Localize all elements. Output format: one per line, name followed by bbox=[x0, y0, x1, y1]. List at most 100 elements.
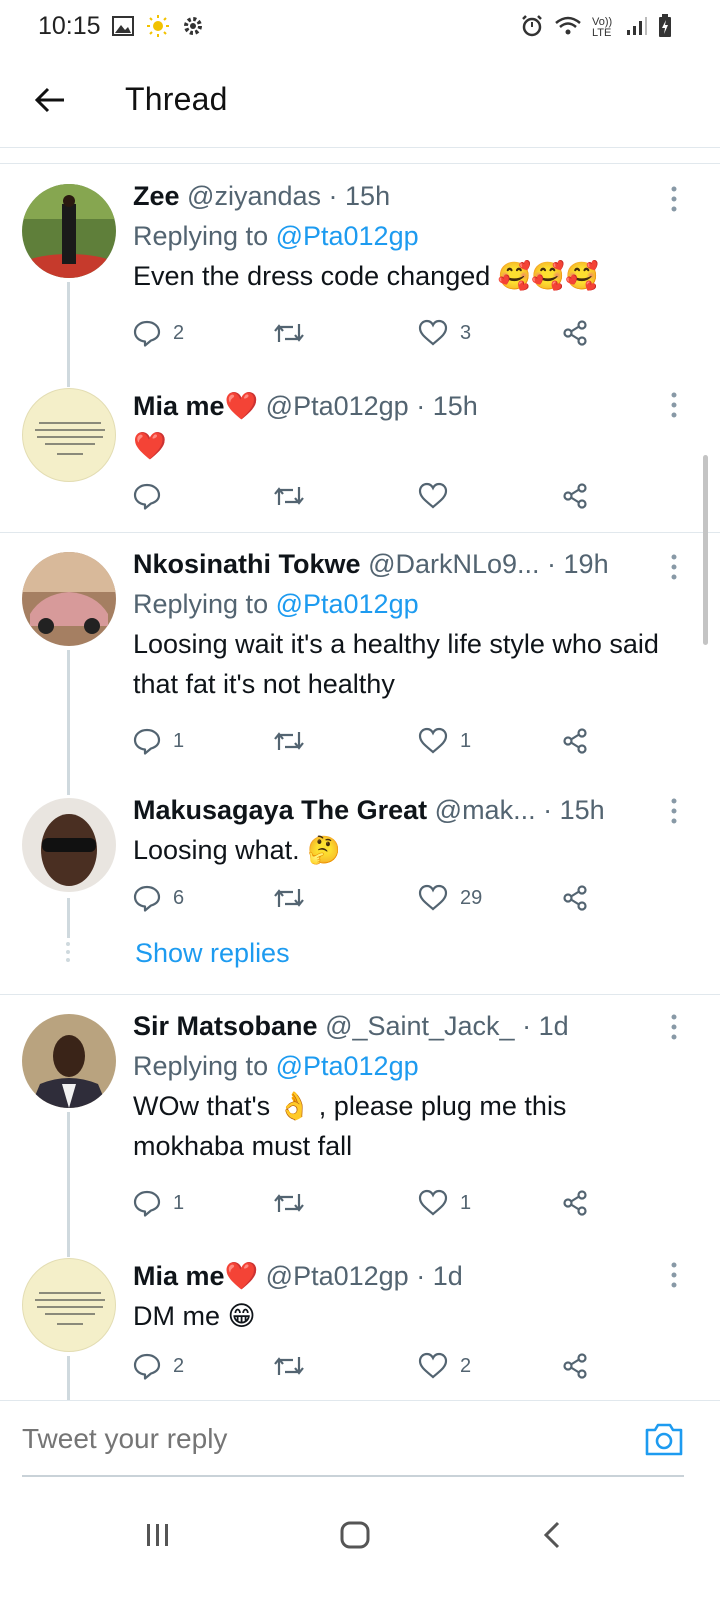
tweet-actions: 1 1 bbox=[133, 1185, 603, 1221]
like-button[interactable]: 2 bbox=[418, 1348, 471, 1384]
share-icon bbox=[563, 483, 587, 509]
reply-button[interactable]: 1 bbox=[133, 1185, 184, 1221]
like-count: 29 bbox=[460, 886, 483, 909]
camera-button[interactable] bbox=[644, 1421, 684, 1457]
reply-input[interactable] bbox=[22, 1423, 622, 1455]
user-handle[interactable]: @mak... bbox=[435, 795, 536, 825]
tweet-header: Mia me❤️ @Pta012gp · 15h bbox=[133, 386, 676, 426]
retweet-button[interactable] bbox=[273, 315, 317, 351]
retweet-button[interactable] bbox=[273, 880, 317, 916]
mention-link[interactable]: @Pta012gp bbox=[276, 589, 419, 619]
share-button[interactable] bbox=[561, 1348, 589, 1384]
user-name[interactable]: Makusagaya The Great bbox=[133, 795, 427, 825]
tweet[interactable]: Mia me❤️ @Pta012gp · 15h ❤️ bbox=[0, 382, 720, 530]
user-name[interactable]: Mia me❤️ bbox=[133, 1261, 258, 1291]
back-icon bbox=[543, 1521, 560, 1549]
share-button[interactable] bbox=[561, 1185, 589, 1221]
user-name[interactable]: Mia me❤️ bbox=[133, 391, 258, 421]
retweet-button[interactable] bbox=[273, 1348, 317, 1384]
tweet-text: Loosing what. 🤔 bbox=[133, 835, 341, 865]
like-button[interactable] bbox=[418, 478, 460, 514]
replying-label: Replying to bbox=[133, 221, 276, 251]
show-replies-link[interactable]: Show replies bbox=[135, 938, 290, 969]
battery-icon bbox=[658, 14, 672, 41]
more-icon[interactable] bbox=[670, 798, 678, 824]
retweet-icon bbox=[274, 1357, 304, 1375]
avatar[interactable] bbox=[22, 184, 116, 278]
share-icon bbox=[563, 885, 587, 911]
reply-button[interactable]: 1 bbox=[133, 723, 184, 759]
share-button[interactable] bbox=[561, 723, 589, 759]
wifi-icon bbox=[554, 15, 582, 40]
avatar[interactable] bbox=[22, 1014, 116, 1108]
tweet[interactable]: Sir Matsobane @_Saint_Jack_ · 1d Replyin… bbox=[0, 1002, 720, 1257]
thread-line bbox=[67, 650, 70, 795]
back-button[interactable] bbox=[30, 80, 70, 120]
mention-link[interactable]: @Pta012gp bbox=[276, 221, 419, 251]
share-button[interactable] bbox=[561, 478, 589, 514]
avatar[interactable] bbox=[22, 388, 116, 482]
tweet-header: Zee @ziyandas · 15h bbox=[133, 176, 676, 216]
more-icon[interactable] bbox=[670, 1014, 678, 1040]
more-icon[interactable] bbox=[670, 1262, 678, 1288]
share-icon bbox=[563, 728, 587, 754]
retweet-button[interactable] bbox=[273, 478, 317, 514]
thread-line bbox=[67, 282, 70, 387]
replying-to: Replying to @Pta012gp bbox=[133, 216, 676, 256]
avatar[interactable] bbox=[22, 552, 116, 646]
more-icon[interactable] bbox=[670, 186, 678, 212]
page-title: Thread bbox=[125, 81, 228, 117]
tweet[interactable]: Mia me❤️ @Pta012gp · 1d DM me 😁 2 2 bbox=[0, 1252, 720, 1400]
reply-button[interactable]: 2 bbox=[133, 1348, 184, 1384]
reply-bar bbox=[0, 1400, 720, 1477]
gallery-icon bbox=[112, 16, 134, 41]
user-name[interactable]: Sir Matsobane bbox=[133, 1011, 318, 1041]
home-button[interactable] bbox=[325, 1510, 385, 1560]
nav-back-button[interactable] bbox=[522, 1510, 582, 1560]
arrow-left-icon bbox=[34, 87, 64, 113]
share-icon bbox=[563, 320, 587, 346]
more-icon[interactable] bbox=[670, 392, 678, 418]
tweet[interactable]: Zee @ziyandas · 15h Replying to @Pta012g… bbox=[0, 172, 720, 387]
tweet[interactable]: Nkosinathi Tokwe @DarkNLo9... · 19h Repl… bbox=[0, 540, 720, 795]
mention-link[interactable]: @Pta012gp bbox=[276, 1051, 419, 1081]
more-icon[interactable] bbox=[670, 554, 678, 580]
reply-count: 2 bbox=[173, 321, 185, 344]
retweet-button[interactable] bbox=[273, 1185, 317, 1221]
like-count: 2 bbox=[460, 1354, 472, 1377]
sun-icon bbox=[146, 14, 170, 43]
like-button[interactable]: 1 bbox=[418, 1185, 471, 1221]
user-handle[interactable]: @DarkNLo9... bbox=[368, 549, 539, 579]
user-handle[interactable]: @ziyandas bbox=[187, 181, 321, 211]
tweet-text: ❤️ bbox=[133, 431, 167, 461]
reply-button[interactable] bbox=[133, 478, 173, 514]
recent-apps-button[interactable] bbox=[128, 1510, 188, 1560]
user-name[interactable]: Nkosinathi Tokwe bbox=[133, 549, 361, 579]
status-left-icons bbox=[112, 14, 204, 43]
retweet-icon bbox=[274, 324, 304, 342]
tweet-time: · 1d bbox=[416, 1261, 463, 1291]
volte-icon: Vo)) LTE bbox=[592, 15, 613, 39]
share-button[interactable] bbox=[561, 880, 589, 916]
user-handle[interactable]: @Pta012gp bbox=[266, 1261, 409, 1291]
user-handle[interactable]: @Pta012gp bbox=[266, 391, 409, 421]
thread-continuation-dots bbox=[66, 942, 70, 966]
avatar[interactable] bbox=[22, 1258, 116, 1352]
retweet-button[interactable] bbox=[273, 723, 317, 759]
like-button[interactable]: 29 bbox=[418, 880, 482, 916]
like-button[interactable]: 1 bbox=[418, 723, 471, 759]
reply-button[interactable]: 2 bbox=[133, 315, 184, 351]
gear-icon bbox=[182, 15, 204, 42]
heart-icon bbox=[418, 1189, 448, 1216]
comment-icon bbox=[133, 1190, 161, 1217]
reply-count: 1 bbox=[173, 1191, 185, 1214]
user-handle[interactable]: @_Saint_Jack_ bbox=[325, 1011, 515, 1041]
scrollbar[interactable] bbox=[703, 455, 708, 645]
reply-button[interactable]: 6 bbox=[133, 880, 184, 916]
avatar[interactable] bbox=[22, 798, 116, 892]
share-button[interactable] bbox=[561, 315, 589, 351]
like-button[interactable]: 3 bbox=[418, 315, 471, 351]
tweet[interactable]: Makusagaya The Great @mak... · 15h Loosi… bbox=[0, 790, 720, 938]
user-name[interactable]: Zee bbox=[133, 181, 180, 211]
like-count: 1 bbox=[460, 1191, 472, 1214]
